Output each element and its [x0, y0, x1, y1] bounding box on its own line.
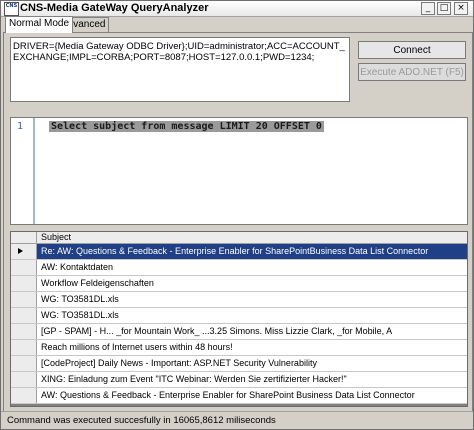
subject-cell[interactable]: AW: Questions & Feedback - Enterprise En… [37, 388, 467, 403]
minimize-button[interactable]: _ [421, 2, 435, 15]
subject-cell[interactable]: XING: Einladung zum Event "ITC Webinar: … [37, 372, 467, 387]
row-header[interactable] [11, 308, 37, 323]
results-grid[interactable]: Subject Re: AW: Questions & Feedback - E… [10, 231, 468, 407]
table-row[interactable]: [GP - SPAM] - H... _for Mountain Work_ .… [11, 324, 467, 340]
row-header[interactable] [11, 276, 37, 291]
grid-corner [11, 232, 37, 243]
connect-button[interactable]: Connect [358, 41, 466, 59]
normal-mode-panel: DRIVER={Media Gateway ODBC Driver};UID=a… [3, 32, 473, 412]
table-row[interactable]: XING: Einladung zum Event "ITC Webinar: … [11, 372, 467, 388]
editor-gutter: 1 [11, 118, 35, 224]
table-row[interactable]: Workflow Feldeigenschaften [11, 276, 467, 292]
table-row[interactable]: WG: TO3581DL.xls [11, 292, 467, 308]
row-header[interactable] [11, 292, 37, 307]
row-header[interactable] [11, 340, 37, 355]
row-header[interactable] [11, 388, 37, 403]
table-row[interactable]: WG: TO3581DL.xls [11, 308, 467, 324]
subject-cell[interactable]: Re: AW: Questions & Feedback - Enterpris… [37, 244, 467, 259]
table-row[interactable]: Reach millions of Internet users within … [11, 340, 467, 356]
main-window: CNS CNS-Media GateWay QueryAnalyzer _ □ … [0, 0, 474, 430]
app-logo-icon: CNS [4, 2, 19, 16]
maximize-button[interactable]: □ [437, 2, 451, 15]
column-header-subject[interactable]: Subject [41, 232, 71, 243]
tab-normal-mode[interactable]: Normal Mode [5, 16, 74, 33]
table-row[interactable]: AW: Kontaktdaten [11, 260, 467, 276]
execute-button[interactable]: Execute ADO.NET (F5) [358, 63, 466, 81]
line-number: 1 [17, 121, 24, 132]
query-editor[interactable]: 1 Select subject from message LIMIT 20 O… [10, 117, 468, 225]
status-bar: Command was executed succesfully in 1606… [1, 411, 473, 429]
row-header[interactable] [11, 356, 37, 371]
subject-cell[interactable]: AW: Kontaktdaten [37, 260, 467, 275]
title-bar[interactable]: CNS CNS-Media GateWay QueryAnalyzer _ □ … [1, 1, 473, 17]
window-title: CNS-Media GateWay QueryAnalyzer [20, 2, 209, 14]
current-row-icon [18, 248, 23, 254]
grid-header: Subject [11, 232, 467, 244]
row-header[interactable] [11, 372, 37, 387]
row-header[interactable] [11, 324, 37, 339]
subject-cell[interactable]: WG: TO3581DL.xls [37, 308, 467, 323]
subject-cell[interactable]: [GP - SPAM] - H... _for Mountain Work_ .… [37, 324, 467, 339]
row-header[interactable] [11, 244, 37, 259]
subject-cell[interactable]: [CodeProject] Daily News - Important: AS… [37, 356, 467, 371]
subject-cell[interactable]: Workflow Feldeigenschaften [37, 276, 467, 291]
subject-cell[interactable]: Reach millions of Internet users within … [37, 340, 467, 355]
subject-cell[interactable]: WG: TO3581DL.xls [37, 292, 467, 307]
close-button[interactable]: × [454, 2, 468, 15]
table-row[interactable]: Re: AW: Questions & Feedback - Enterpris… [11, 244, 467, 260]
table-row[interactable]: AW: Questions & Feedback - Enterprise En… [11, 388, 467, 404]
row-header[interactable] [11, 260, 37, 275]
table-row[interactable]: [CodeProject] Daily News - Important: AS… [11, 356, 467, 372]
query-text[interactable]: Select subject from message LIMIT 20 OFF… [49, 121, 324, 132]
connection-string-input[interactable]: DRIVER={Media Gateway ODBC Driver};UID=a… [10, 37, 350, 102]
